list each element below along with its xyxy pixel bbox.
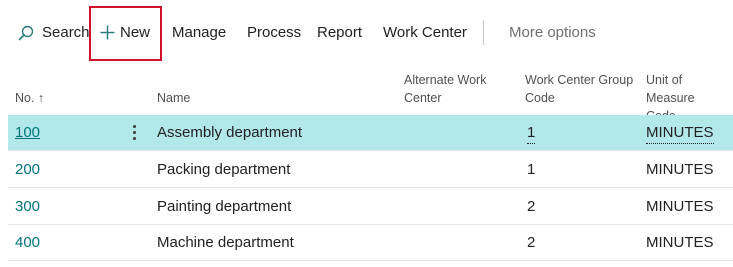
row-group-code: 2 bbox=[527, 198, 536, 215]
row-group-code[interactable]: 1 bbox=[527, 123, 536, 144]
row-no-link[interactable]: 300 bbox=[15, 197, 40, 217]
table-row[interactable]: 400 Machine department 2 MINUTES bbox=[8, 225, 733, 261]
report-menu[interactable]: Report bbox=[317, 23, 362, 43]
process-menu[interactable]: Process bbox=[247, 23, 301, 43]
row-name: Assembly department bbox=[157, 124, 303, 141]
row-no-link[interactable]: 400 bbox=[15, 233, 40, 253]
row-unit-of-measure: MINUTES bbox=[646, 161, 714, 178]
manage-menu[interactable]: Manage bbox=[172, 23, 226, 43]
table-row[interactable]: 100 Assembly department 1 MINUTES bbox=[8, 115, 733, 151]
column-header-line: Work Center Group bbox=[525, 73, 634, 87]
search-icon bbox=[18, 25, 34, 41]
row-name: Machine department bbox=[157, 234, 294, 251]
row-unit-of-measure: MINUTES bbox=[646, 198, 714, 215]
row-unit-of-measure: MINUTES bbox=[646, 234, 714, 251]
table-row[interactable]: 300 Painting department 2 MINUTES bbox=[8, 189, 733, 225]
row-name: Painting department bbox=[157, 198, 292, 215]
column-header-line: Code bbox=[525, 91, 555, 105]
more-options-button[interactable]: More options bbox=[509, 23, 596, 43]
row-actions-ellipsis-icon[interactable] bbox=[127, 121, 141, 143]
row-no-link[interactable]: 100 bbox=[15, 123, 40, 143]
row-group-code: 2 bbox=[527, 234, 536, 251]
column-header-line: Unit of Measure bbox=[646, 73, 695, 105]
column-header-line: Center bbox=[404, 91, 442, 105]
column-header-name[interactable]: Name bbox=[157, 89, 190, 107]
row-name: Packing department bbox=[157, 161, 291, 178]
row-group-code: 1 bbox=[527, 161, 536, 178]
table-row[interactable]: 200 Packing department 1 MINUTES bbox=[8, 152, 733, 188]
search-label: Search bbox=[42, 24, 90, 41]
column-header-line: Alternate Work bbox=[404, 73, 487, 87]
toolbar-divider bbox=[483, 20, 484, 45]
row-no-link[interactable]: 200 bbox=[15, 160, 40, 180]
action-bar: Search New Manage Process Report Work Ce… bbox=[0, 0, 733, 62]
work-center-menu[interactable]: Work Center bbox=[383, 23, 467, 43]
column-header-work-center-group-code[interactable]: Work Center Group Code bbox=[525, 71, 633, 107]
row-unit-of-measure[interactable]: MINUTES bbox=[646, 123, 714, 144]
column-header-no[interactable]: No. ↑ bbox=[15, 89, 44, 107]
new-button-highlight-box bbox=[89, 6, 162, 61]
column-header-alternate-work-center[interactable]: Alternate Work Center bbox=[404, 71, 486, 107]
